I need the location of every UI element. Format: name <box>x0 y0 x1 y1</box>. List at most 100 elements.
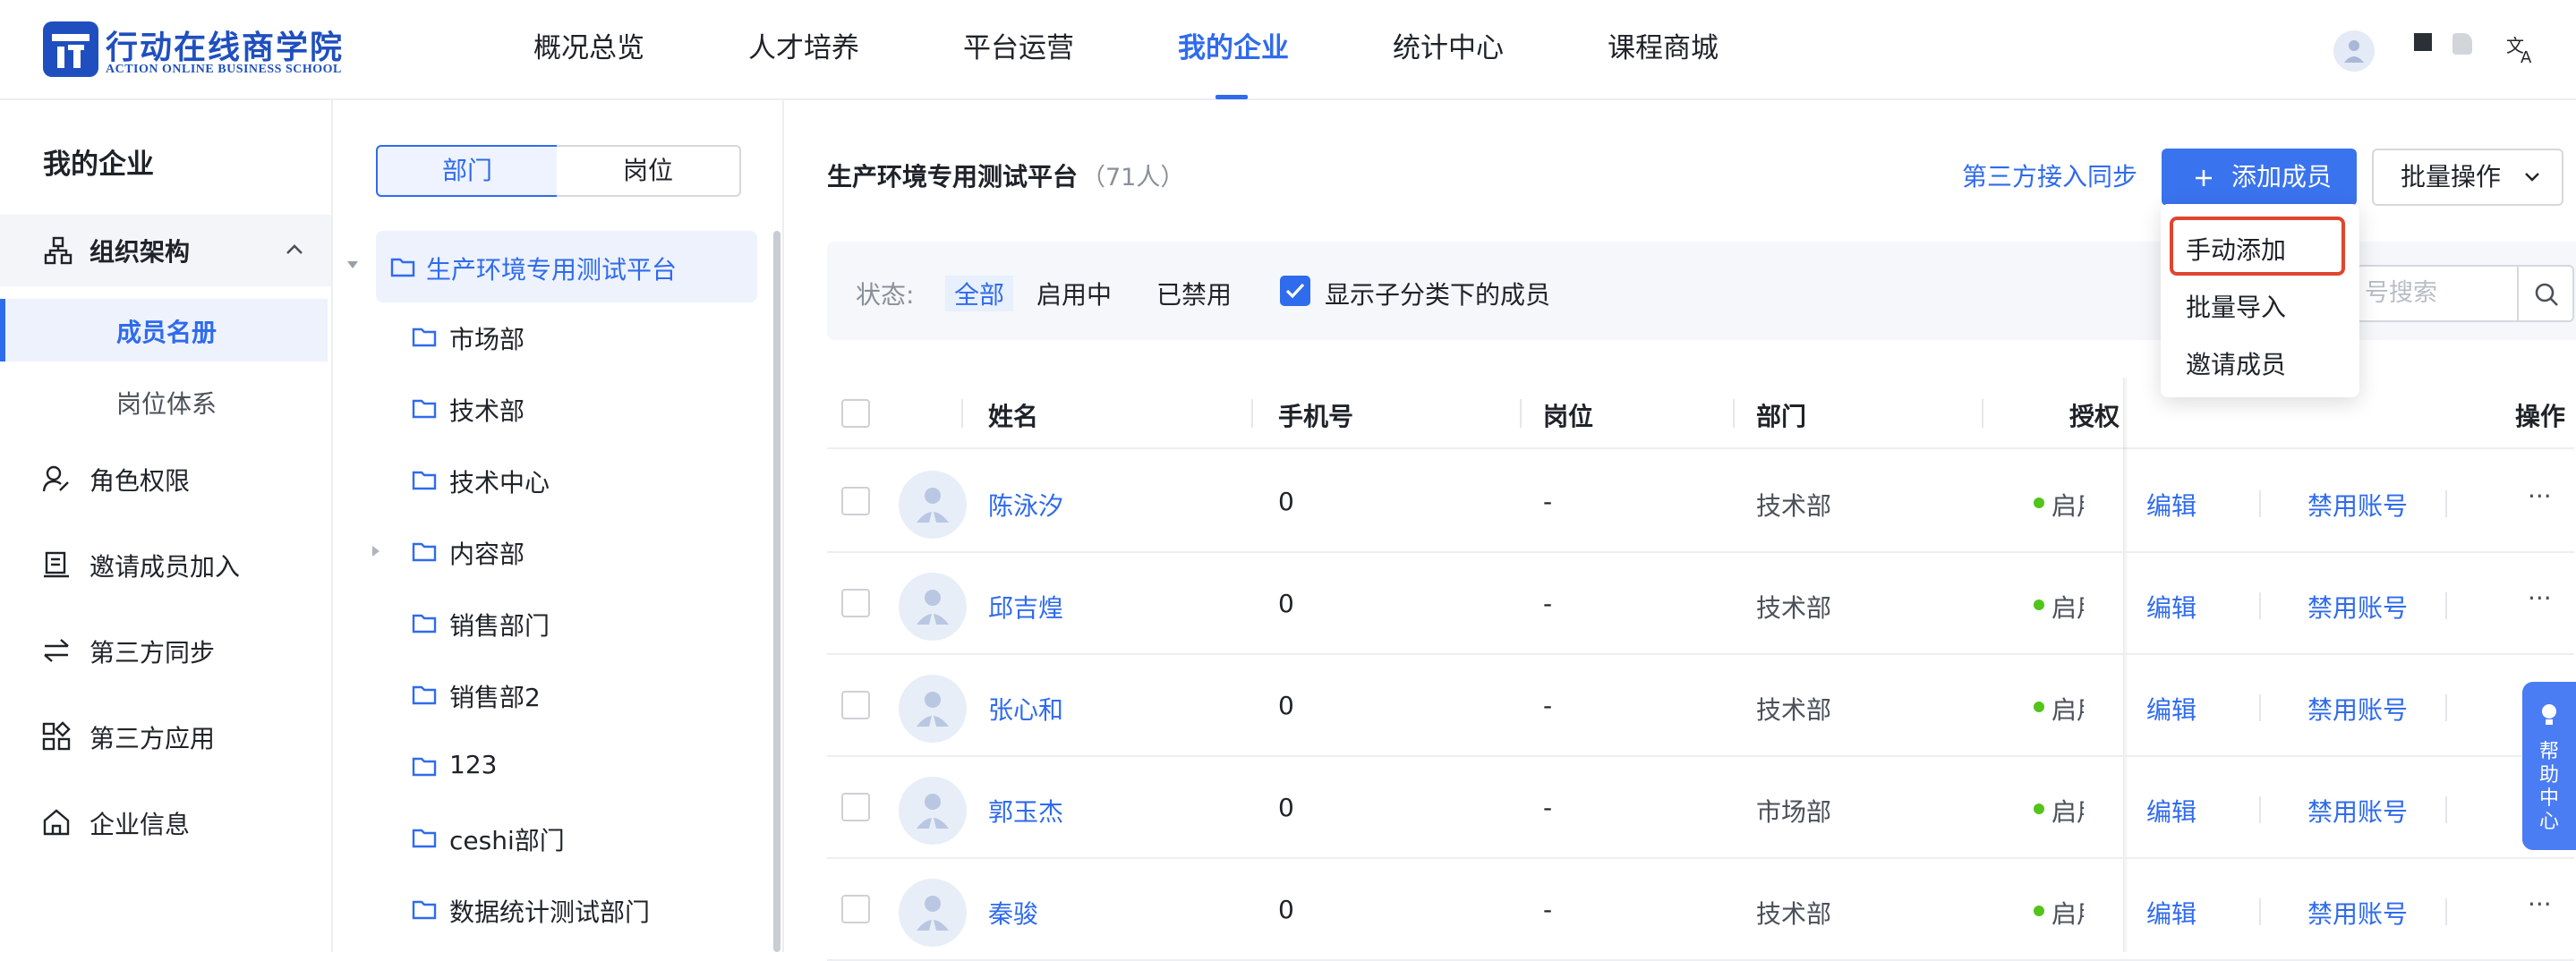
more-actions-icon[interactable]: ··· <box>2528 583 2552 613</box>
action-divider <box>2259 592 2261 619</box>
avatar-person-icon <box>2344 40 2364 63</box>
sidebar-item-org-structure[interactable]: 组织架构 <box>0 215 331 286</box>
disable-account-link[interactable]: 禁用账号 <box>2307 691 2408 727</box>
member-dept: 技术部 <box>1756 491 1832 521</box>
sidebar-label-member-roster: 成员名册 <box>116 318 218 347</box>
menu-item-invite-member[interactable]: 邀请成员 <box>2186 345 2286 381</box>
tree-node[interactable]: 数据统计测试部门 <box>412 884 752 938</box>
edit-link[interactable]: 编辑 <box>2146 589 2196 625</box>
nav-overview[interactable]: 概况总览 <box>533 25 644 68</box>
tree-node[interactable]: 123 <box>412 741 752 795</box>
tree-node[interactable]: 内容部 <box>412 526 752 580</box>
search-input[interactable]: 号搜索 <box>2356 265 2529 322</box>
search-button[interactable] <box>2517 265 2574 322</box>
tab-post[interactable]: 岗位 <box>557 145 741 197</box>
edit-link[interactable]: 编辑 <box>2146 895 2196 931</box>
sidebar-item-member-roster[interactable]: 成员名册 <box>0 299 328 361</box>
tree-node-label: 123 <box>449 750 498 779</box>
disable-account-link[interactable]: 禁用账号 <box>2307 895 2408 931</box>
search-icon <box>2535 283 2558 306</box>
sidebar-item-enterprise-info[interactable]: 企业信息 <box>90 805 190 841</box>
member-dept: 市场部 <box>1756 797 1832 827</box>
folder-icon <box>412 399 437 419</box>
tree-node-label: 销售部门 <box>449 611 550 641</box>
more-actions-icon[interactable]: ··· <box>2528 889 2552 919</box>
help-center-label: 帮助中心 <box>2538 741 2559 833</box>
table-row: 秦骏 0 - 技术部 启用 编辑 禁用账号 ··· <box>827 859 2574 961</box>
tree-node[interactable]: 销售部门 <box>412 598 752 651</box>
tree-node-label: ceshi部门 <box>449 826 565 855</box>
sidebar-title: 我的企业 <box>43 149 154 181</box>
tree-node[interactable]: 市场部 <box>412 311 752 365</box>
user-avatar[interactable] <box>2333 30 2375 72</box>
disable-account-link[interactable]: 禁用账号 <box>2307 793 2408 829</box>
row-checkbox[interactable] <box>841 487 870 515</box>
member-dept: 技术部 <box>1756 899 1832 929</box>
row-checkbox[interactable] <box>841 895 870 923</box>
add-member-button[interactable]: 添加成员 <box>2162 149 2357 206</box>
caret-right-icon[interactable] <box>371 544 381 558</box>
tree-scrollbar[interactable] <box>773 231 780 952</box>
nav-statistics[interactable]: 统计中心 <box>1393 25 1504 68</box>
sidebar-item-invite-members[interactable]: 邀请成员加入 <box>90 548 240 583</box>
avatar-person-icon <box>917 590 949 625</box>
tree-node[interactable]: 技术中心 <box>412 455 752 508</box>
tree-tab-switch: 部门 岗位 <box>376 145 741 197</box>
show-sub-members-checkbox[interactable] <box>1280 276 1310 306</box>
tree-node[interactable]: ceshi部门 <box>412 812 752 866</box>
member-post: - <box>1543 691 1553 720</box>
third-party-sync-link[interactable]: 第三方接入同步 <box>1962 157 2137 193</box>
disable-account-link[interactable]: 禁用账号 <box>2307 487 2408 523</box>
tree-node-label: 数据统计测试部门 <box>449 897 651 927</box>
member-name[interactable]: 邱吉煌 <box>988 589 1063 625</box>
row-checkbox[interactable] <box>841 691 870 719</box>
tree-node[interactable]: 销售部2 <box>412 669 752 723</box>
nav-talent[interactable]: 人才培养 <box>748 25 859 68</box>
menu-item-batch-import[interactable]: 批量导入 <box>2186 288 2286 324</box>
edit-link[interactable]: 编辑 <box>2146 793 2196 829</box>
status-dot <box>2034 906 2044 916</box>
member-avatar <box>899 573 967 641</box>
caret-down-icon[interactable] <box>345 259 360 270</box>
row-checkbox[interactable] <box>841 589 870 617</box>
more-actions-icon[interactable]: ··· <box>2528 481 2552 511</box>
edit-link[interactable]: 编辑 <box>2146 487 2196 523</box>
status-dot <box>2034 600 2044 610</box>
row-checkbox[interactable] <box>841 793 870 821</box>
header-name: 姓名 <box>988 402 1039 431</box>
member-post: - <box>1543 895 1553 924</box>
sidebar-item-third-party-sync[interactable]: 第三方同步 <box>90 634 215 669</box>
brand-logo[interactable]: 行动在线商学院 ACTION ONLINE BUSINESS SCHOOL <box>43 21 383 79</box>
tree-root-node[interactable]: 生产环境专用测试平台 <box>376 231 757 302</box>
table-row: 郭玉杰0-市场部启用编辑禁用账号··· <box>827 757 2574 859</box>
select-all-checkbox[interactable] <box>841 399 870 428</box>
nav-operation[interactable]: 平台运营 <box>963 25 1074 68</box>
nav-my-enterprise[interactable]: 我的企业 <box>1178 25 1289 68</box>
add-member-label: 添加成员 <box>2231 162 2333 191</box>
action-divider <box>2445 796 2447 823</box>
profile-block-icon[interactable] <box>2414 33 2432 51</box>
batch-operation-button[interactable]: 批量操作 <box>2372 149 2563 206</box>
status-option-disabled[interactable]: 已禁用 <box>1156 276 1232 311</box>
status-filter-label: 状态: <box>856 280 915 310</box>
member-name[interactable]: 郭玉杰 <box>988 793 1063 829</box>
folder-icon <box>412 542 437 562</box>
column-divider <box>1982 399 1983 428</box>
status-option-enabled[interactable]: 启用中 <box>1036 276 1112 311</box>
tab-department[interactable]: 部门 <box>376 145 559 197</box>
member-name[interactable]: 张心和 <box>988 691 1063 727</box>
sidebar-item-post-system[interactable]: 岗位体系 <box>116 385 217 421</box>
edit-link[interactable]: 编辑 <box>2146 691 2196 727</box>
language-icon[interactable]: 文 A <box>2504 32 2538 67</box>
member-name[interactable]: 陈泳汐 <box>988 487 1063 523</box>
sidebar-item-role-permission[interactable]: 角色权限 <box>90 462 190 498</box>
tree-node[interactable]: 技术部 <box>412 383 752 437</box>
nav-course-mall[interactable]: 课程商城 <box>1608 25 1719 68</box>
sidebar-item-third-party-apps[interactable]: 第三方应用 <box>90 719 215 755</box>
member-name[interactable]: 秦骏 <box>988 895 1038 931</box>
avatar-person-icon <box>917 794 949 829</box>
help-center-tab[interactable]: 帮助中心 <box>2522 682 2576 850</box>
status-option-all[interactable]: 全部 <box>945 276 1014 311</box>
disable-account-link[interactable]: 禁用账号 <box>2307 589 2408 625</box>
document-icon[interactable] <box>2452 33 2472 55</box>
